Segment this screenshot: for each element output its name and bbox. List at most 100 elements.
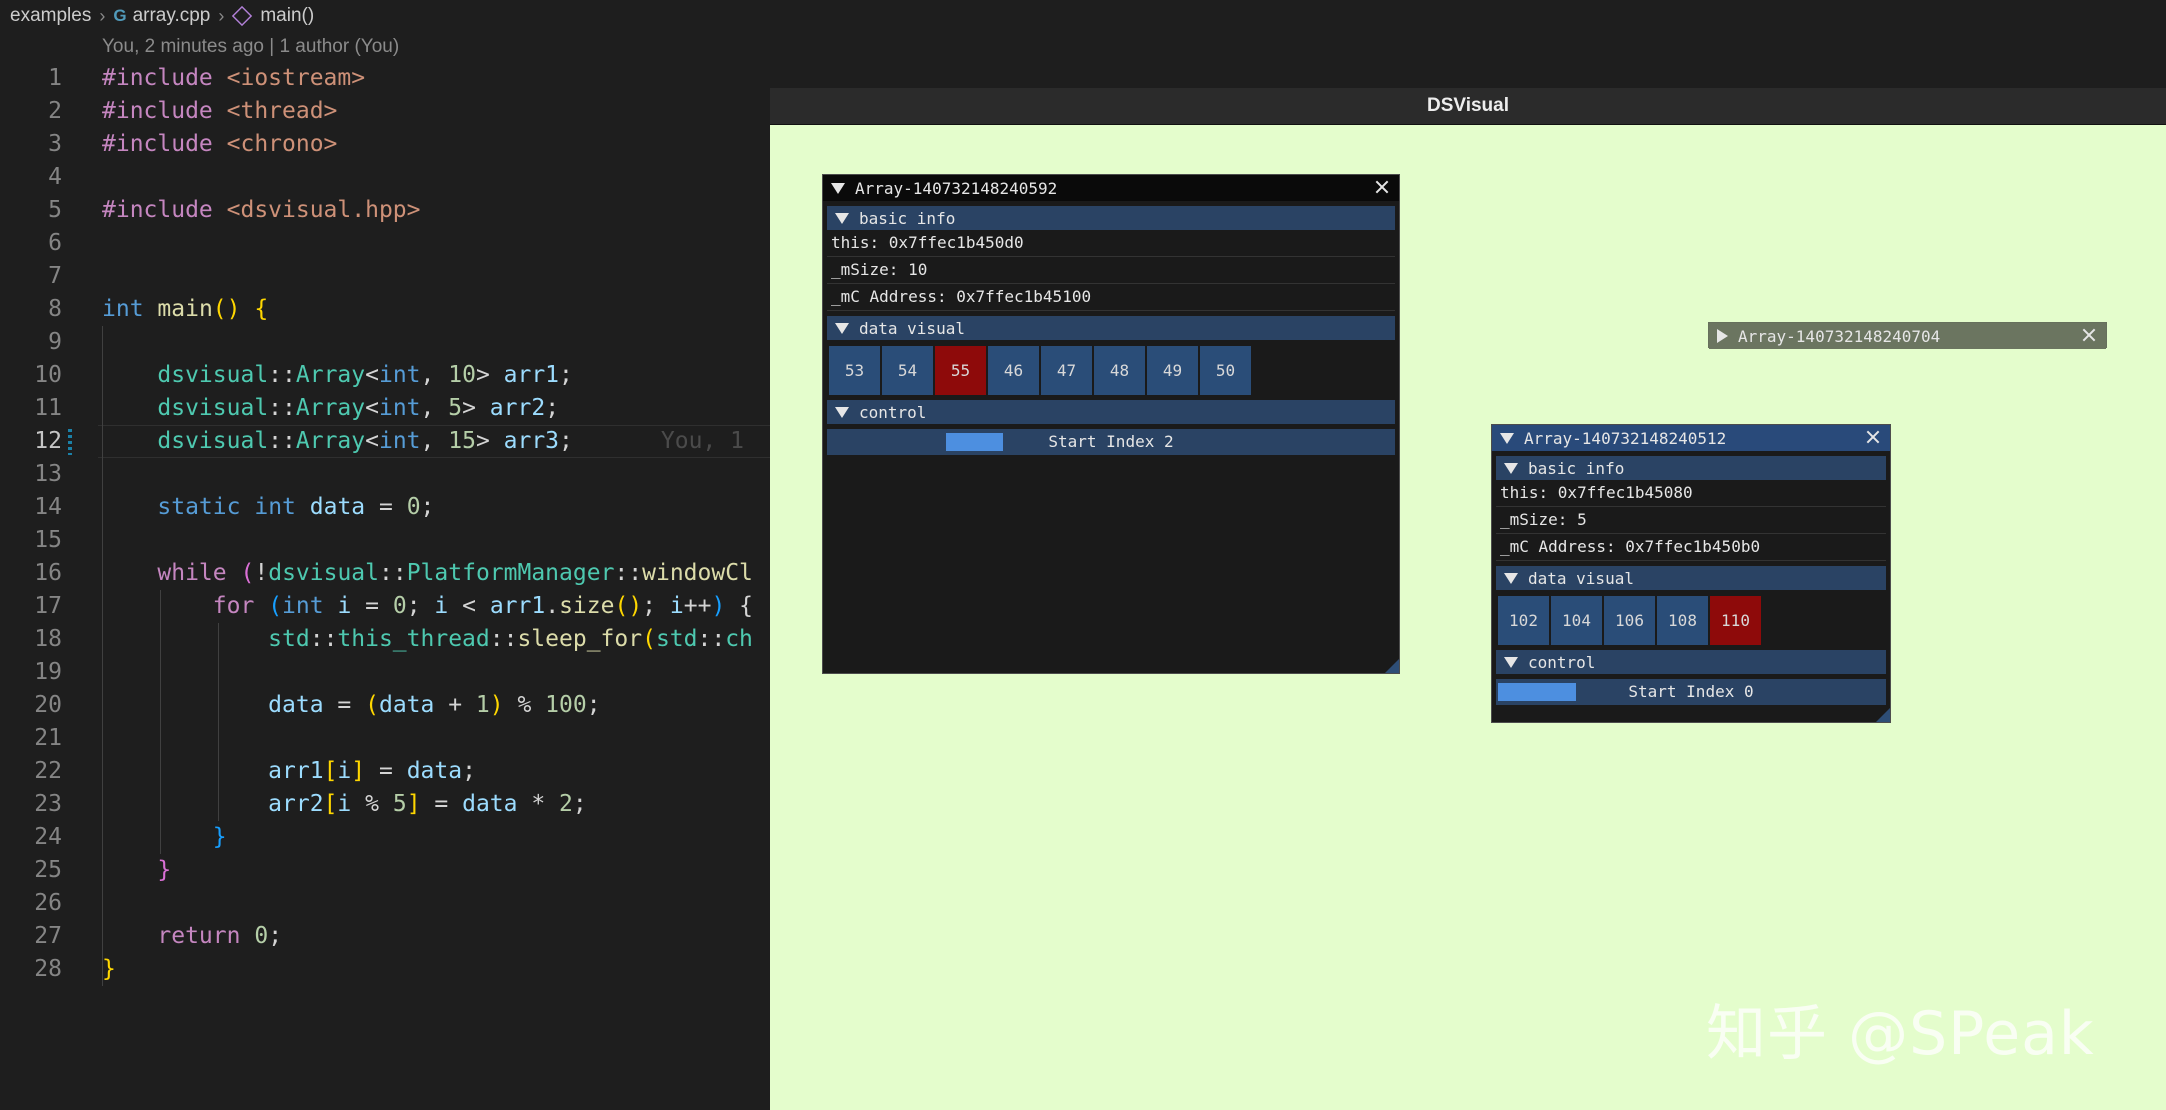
breadcrumb-file[interactable]: array.cpp: [133, 5, 211, 27]
resize-grip[interactable]: [1876, 708, 1890, 722]
resize-grip[interactable]: [1385, 659, 1399, 673]
code-text[interactable]: dsvisual::Array<int, 5> arr2;: [102, 392, 559, 425]
code-token: ;: [268, 923, 283, 949]
code-line[interactable]: 21: [0, 722, 780, 755]
code-token: >: [475, 362, 504, 388]
code-token: ]: [406, 791, 421, 817]
code-editor[interactable]: 1 #include <iostream> 2 #include <thread> 3 #…: [0, 62, 780, 986]
chevron-right-icon: ›: [218, 5, 225, 26]
code-text[interactable]: #include <iostream>: [102, 62, 365, 95]
code-token: main: [157, 296, 213, 322]
panel-title: Array-140732148240592: [855, 178, 1058, 198]
section-data-visual[interactable]: data visual: [827, 316, 1395, 340]
code-text[interactable]: #include <chrono>: [102, 128, 337, 161]
code-line[interactable]: 18 std::this_thread::sleep_for(std::ch: [0, 623, 780, 656]
code-text[interactable]: arr2[i % 5] = data * 2;: [102, 788, 587, 821]
code-line[interactable]: 17 for (int i = 0; i < arr1.size(); i++)…: [0, 590, 780, 623]
code-token: >: [462, 395, 490, 421]
code-text[interactable]: dsvisual::Array<int, 10> arr1;: [102, 359, 573, 392]
code-line[interactable]: 10 dsvisual::Array<int, 10> arr1;: [0, 359, 780, 392]
code-token: return: [157, 923, 241, 949]
code-line[interactable]: 13: [0, 458, 780, 491]
code-line[interactable]: 12 dsvisual::Array<int, 15> arr3; You, 1: [0, 425, 780, 458]
close-icon[interactable]: [1373, 178, 1391, 196]
start-index-slider[interactable]: Start Index 2: [827, 429, 1395, 455]
collapse-triangle-icon[interactable]: [831, 182, 845, 194]
collapse-triangle-icon[interactable]: [1500, 432, 1514, 444]
panel-title-bar[interactable]: Array-140732148240512: [1492, 425, 1890, 451]
code-text[interactable]: static int data = 0;: [102, 491, 434, 524]
code-text[interactable]: int main() {: [102, 293, 268, 326]
modified-line-gutter-marker[interactable]: [68, 429, 72, 455]
code-line[interactable]: 1 #include <iostream>: [0, 62, 780, 95]
array-cell: 53: [829, 346, 880, 395]
code-text[interactable]: arr1[i] = data;: [102, 755, 476, 788]
line-number: 8: [48, 296, 62, 322]
code-line[interactable]: 16 while (!dsvisual::PlatformManager::wi…: [0, 557, 780, 590]
line-number: 14: [34, 494, 62, 520]
array-cell: 48: [1094, 346, 1145, 395]
code-line[interactable]: 20 data = (data + 1) % 100;: [0, 689, 780, 722]
section-basic-info[interactable]: basic info: [827, 206, 1395, 230]
breadcrumb-symbol[interactable]: main(): [260, 5, 314, 27]
array-panel-3[interactable]: Array-140732148240512 basic info this: 0…: [1491, 424, 1891, 723]
code-text[interactable]: #include <thread>: [102, 95, 337, 128]
section-data-visual[interactable]: data visual: [1496, 566, 1886, 590]
code-token: ): [711, 593, 726, 619]
code-text[interactable]: #include <dsvisual.hpp>: [102, 194, 421, 227]
code-text[interactable]: dsvisual::Array<int, 15> arr3; You, 1: [102, 425, 744, 458]
code-text[interactable]: while (!dsvisual::PlatformManager::windo…: [102, 557, 753, 590]
section-control[interactable]: control: [827, 400, 1395, 424]
git-blame-header[interactable]: You, 2 minutes ago | 1 author (You): [102, 36, 399, 58]
code-line[interactable]: 11 dsvisual::Array<int, 5> arr2;: [0, 392, 780, 425]
code-line[interactable]: 28}: [0, 953, 780, 986]
code-line[interactable]: 4: [0, 161, 780, 194]
code-token: ;: [642, 593, 670, 619]
panel-title-bar[interactable]: Array-140732148240592: [823, 175, 1399, 201]
code-line[interactable]: 6: [0, 227, 780, 260]
dsvisual-title-bar[interactable]: DSVisual: [770, 88, 2166, 125]
line-number: 13: [34, 461, 62, 487]
start-index-slider[interactable]: Start Index 0: [1496, 679, 1886, 705]
close-icon[interactable]: [2080, 326, 2098, 344]
code-line[interactable]: 24 }: [0, 821, 780, 854]
code-text[interactable]: }: [102, 821, 227, 854]
code-token: <chrono>: [212, 131, 338, 157]
panel-title-bar[interactable]: Array-140732148240704: [1709, 323, 2106, 349]
code-line[interactable]: 26: [0, 887, 780, 920]
section-basic-info[interactable]: basic info: [1496, 456, 1886, 480]
code-line[interactable]: 25 }: [0, 854, 780, 887]
array-panel-2[interactable]: Array-140732148240704: [1708, 322, 2107, 349]
section-control[interactable]: control: [1496, 650, 1886, 674]
code-line[interactable]: 2 #include <thread>: [0, 95, 780, 128]
code-text[interactable]: std::this_thread::sleep_for(std::ch: [102, 623, 753, 656]
array-panel-1[interactable]: Array-140732148240592 basic info this: 0…: [822, 174, 1400, 674]
code-line[interactable]: 15: [0, 524, 780, 557]
code-line[interactable]: 14 static int data = 0;: [0, 491, 780, 524]
close-icon[interactable]: [1864, 428, 1882, 446]
code-line[interactable]: 23 arr2[i % 5] = data * 2;: [0, 788, 780, 821]
code-text[interactable]: }: [102, 854, 171, 887]
code-text[interactable]: return 0;: [102, 920, 282, 953]
code-line[interactable]: 22 arr1[i] = data;: [0, 755, 780, 788]
code-line[interactable]: 27 return 0;: [0, 920, 780, 953]
code-line[interactable]: 19: [0, 656, 780, 689]
code-line[interactable]: 7: [0, 260, 780, 293]
line-number: 28: [34, 956, 62, 982]
code-line[interactable]: 9: [0, 326, 780, 359]
this-address: this: 0x7ffec1b45080: [1496, 480, 1886, 507]
code-token: 10: [448, 362, 476, 388]
code-text[interactable]: data = (data + 1) % 100;: [102, 689, 600, 722]
code-line[interactable]: 8 int main() {: [0, 293, 780, 326]
expand-triangle-icon[interactable]: [1717, 329, 1728, 343]
code-line[interactable]: 5 #include <dsvisual.hpp>: [0, 194, 780, 227]
line-number: 22: [34, 758, 62, 784]
code-text[interactable]: for (int i = 0; i < arr1.size(); i++) {: [102, 590, 753, 623]
code-text[interactable]: }: [102, 953, 116, 986]
code-token: ++: [683, 593, 712, 619]
breadcrumb-folder[interactable]: examples: [10, 5, 91, 27]
code-line[interactable]: 3 #include <chrono>: [0, 128, 780, 161]
